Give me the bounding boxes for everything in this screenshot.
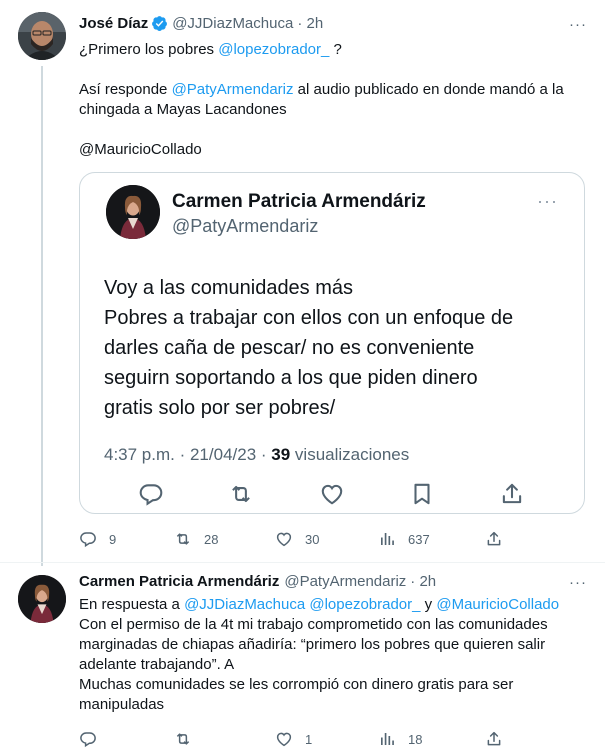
tweet-text-line-2: Así responde @PatyArmendariz al audio pu… [79, 80, 564, 100]
quoted-text-line: darles caña de pescar/ no es conveniente [104, 337, 475, 359]
tweet-jose-diaz[interactable]: José Díaz @JJDiazMachuca · 2h ··· ¿Prime… [0, 0, 605, 566]
reply-prefix: En respuesta a [79, 596, 185, 613]
tweet-action-bar: 1 18 [79, 729, 599, 751]
retweet-icon[interactable] [228, 481, 254, 507]
share-button[interactable] [485, 529, 503, 549]
mention-lopezobrador[interactable]: @lopezobrador_ [309, 596, 420, 613]
quoted-author-name[interactable]: Carmen Patricia Armendáriz [172, 191, 426, 213]
thread-line [41, 66, 43, 566]
avatar-carmen-armendariz[interactable] [18, 575, 66, 623]
text-segment: ? [329, 41, 342, 58]
author-name[interactable]: José Díaz [79, 15, 148, 32]
author-handle[interactable]: @JJDiazMachuca [172, 15, 293, 32]
reply-context: En respuesta a @JJDiazMachuca @lopezobra… [79, 595, 559, 615]
quoted-action-bar [80, 481, 586, 513]
views-count: 39 [271, 445, 291, 464]
tweet-header: José Díaz @JJDiazMachuca · 2h [79, 15, 323, 32]
text-segment: al audio publicado en donde mandó a la [293, 81, 564, 98]
views-button[interactable]: 18 [378, 729, 422, 749]
avatar-jose-diaz[interactable] [18, 12, 66, 60]
tweet-text-line: Con el permiso de la 4t mi trabajo compr… [79, 616, 548, 633]
reply-button[interactable]: 9 [79, 529, 116, 549]
like-icon [276, 532, 292, 547]
reply-icon [80, 532, 96, 548]
more-icon[interactable]: ··· [569, 574, 587, 591]
like-count: 1 [305, 731, 313, 747]
tweet-text-line-3: chingada a Mayas Lacandones [79, 101, 287, 118]
share-icon [487, 731, 501, 746]
quoted-author-handle[interactable]: @PatyArmendariz [172, 216, 318, 237]
views-label: visualizaciones [290, 445, 410, 464]
like-icon [276, 732, 292, 747]
mention-patyarmendariz[interactable]: @PatyArmendariz [172, 81, 294, 98]
like-button[interactable]: 30 [275, 529, 319, 549]
text-segment: Así responde [79, 81, 172, 98]
text-segment: ¿Primero los pobres [79, 41, 219, 58]
reply-icon [80, 732, 96, 748]
mention-lopezobrador[interactable]: @lopezobrador_ [218, 41, 329, 58]
retweet-count: 28 [204, 531, 219, 547]
views-button[interactable]: 637 [378, 529, 430, 549]
reply-icon[interactable] [138, 481, 164, 507]
tweet-header: Carmen Patricia Armendáriz @PatyArmendar… [79, 573, 436, 590]
like-icon[interactable] [319, 481, 345, 507]
views-count: 637 [408, 531, 430, 547]
quoted-text-line: Pobres a trabajar con ellos con un enfoq… [104, 307, 514, 329]
mention-mauriciocollado[interactable]: @MauricioCollado [79, 140, 202, 160]
mention-mauriciocollado[interactable]: @MauricioCollado [436, 596, 559, 613]
views-icon [381, 533, 394, 545]
like-count: 30 [305, 531, 320, 547]
reply-count: 9 [109, 531, 117, 547]
retweet-button[interactable] [174, 729, 204, 749]
quoted-text-line: Voy a las comunidades más [104, 277, 354, 299]
quoted-tweet-card[interactable]: Carmen Patricia Armendáriz @PatyArmendar… [79, 172, 585, 514]
quoted-timestamp[interactable]: 4:37 p.m. · 21/04/23 · [104, 445, 271, 464]
mention-jjdiazmachuca[interactable]: @JJDiazMachuca [184, 596, 305, 613]
like-button[interactable]: 1 [275, 729, 312, 749]
tweet-text-line: Muchas comunidades se les corrompió con … [79, 676, 514, 693]
avatar-carmen-armendariz[interactable] [106, 185, 160, 239]
quoted-tweet-meta: 4:37 p.m. · 21/04/23 · 39 visualizacione… [104, 445, 409, 465]
share-icon [487, 531, 501, 546]
verified-icon [152, 16, 168, 31]
more-icon[interactable]: ··· [537, 191, 558, 212]
tweet-text-line-1: ¿Primero los pobres @lopezobrador_ ? [79, 40, 342, 60]
tweet-action-bar: 9 28 30 637 [79, 529, 599, 551]
quoted-text-line: gratis solo por ser pobres/ [104, 397, 336, 419]
tweet-carmen-armendariz[interactable]: Carmen Patricia Armendáriz @PatyArmendar… [0, 562, 605, 752]
tweet-time[interactable]: · 2h [410, 573, 436, 590]
reply-button[interactable] [79, 729, 109, 749]
tweet-time[interactable]: · 2h [297, 15, 323, 32]
author-name[interactable]: Carmen Patricia Armendáriz [79, 573, 279, 590]
more-icon[interactable]: ··· [569, 16, 587, 33]
retweet-icon [176, 533, 190, 545]
retweet-icon [176, 733, 190, 745]
tweet-text-line: manipuladas [79, 696, 165, 713]
views-icon [381, 733, 394, 745]
author-handle[interactable]: @PatyArmendariz [284, 573, 406, 590]
share-button[interactable] [485, 729, 503, 749]
tweet-text-line: adelante trabajando”. A [79, 656, 235, 673]
quoted-text-line: seguirn soportando a los que piden diner… [104, 367, 478, 389]
reply-and: y [420, 596, 437, 613]
tweet-text-line: marginadas de chiapas añadiría: “primero… [79, 636, 546, 653]
share-icon[interactable] [499, 481, 525, 507]
bookmark-icon[interactable] [409, 481, 435, 507]
views-count: 18 [408, 731, 423, 747]
quoted-tweet-text: Voy a las comunidades más Pobres a traba… [104, 273, 574, 423]
retweet-button[interactable]: 28 [174, 529, 218, 549]
